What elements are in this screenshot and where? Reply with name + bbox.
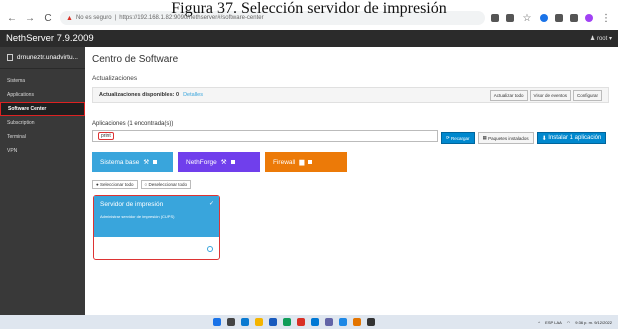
- check-icon: ✓: [208, 201, 214, 207]
- edge-icon[interactable]: [241, 318, 249, 326]
- date: 9/12/2022: [594, 319, 612, 325]
- reload-button[interactable]: ⟳ Recargar: [441, 132, 475, 144]
- user-name: root: [596, 36, 608, 42]
- configure-button[interactable]: Configurar: [572, 89, 602, 101]
- sidebar-item-terminal[interactable]: Terminal: [0, 130, 85, 144]
- category-filters: Sistema base ⚒ NethForge ⚒ Firewall ▆: [92, 152, 347, 172]
- search-value: print: [98, 132, 114, 140]
- sidebar-host[interactable]: drnuneztr.unadvirtu...: [0, 47, 85, 69]
- search-icon[interactable]: [227, 318, 235, 326]
- sidebar-item-applications[interactable]: Applications: [0, 88, 85, 102]
- truck-icon: ▆: [299, 159, 305, 166]
- reload-label: Recargar: [451, 135, 470, 141]
- sidebar: drnuneztr.unadvirtu... Sistema Applicati…: [0, 47, 85, 315]
- hammer-icon: ⚒: [220, 159, 227, 166]
- app-topbar: NethServer 7.9.2009 ♟ root ▾: [0, 30, 618, 47]
- category-label: NethForge: [186, 158, 217, 166]
- installed-label: Paquetes instalados: [488, 135, 529, 141]
- store-icon[interactable]: [311, 318, 319, 326]
- clock[interactable]: 9:36 p. m. 9/12/2022: [575, 320, 612, 325]
- deselect-all-button[interactable]: ○ Deseleccionar todo: [140, 180, 191, 189]
- app-card-description: Administrar servidor de impresión (CUPS): [100, 214, 175, 219]
- browser-window: ← → C ▲ No es seguro | https://192.168.1…: [0, 0, 618, 329]
- chrome-icon[interactable]: [283, 318, 291, 326]
- sidebar-item-vpn[interactable]: VPN: [0, 144, 85, 158]
- app-card[interactable]: Servidor de impresión Administrar servid…: [93, 195, 220, 260]
- category-firewall[interactable]: Firewall ▆: [265, 152, 347, 172]
- host-name: drnuneztr.unadvirtu...: [16, 54, 78, 61]
- app-card-header: Servidor de impresión Administrar servid…: [94, 196, 219, 237]
- selection-controls: ● Seleccionar todo ○ Deseleccionar todo: [92, 180, 191, 189]
- tools-icon: ⚒: [143, 159, 150, 166]
- app-card-title: Servidor de impresión: [100, 201, 164, 208]
- info-icon[interactable]: [207, 246, 213, 252]
- category-label: Firewall: [273, 158, 296, 166]
- windows-icon[interactable]: [213, 318, 221, 326]
- sidebar-item-subscription[interactable]: Subscription: [0, 116, 85, 130]
- select-all-label: Seleccionar todo: [99, 182, 134, 187]
- time: 9:36 p. m.: [575, 319, 594, 325]
- folder-icon[interactable]: [255, 318, 263, 326]
- event-viewer-button[interactable]: Visor de eventos: [529, 89, 571, 101]
- system-tray: ^ ESP LAA ◠ 9:36 p. m. 9/12/2022: [538, 320, 612, 325]
- updates-panel: Actualizaciones disponibles: 0 Detalles …: [92, 87, 609, 103]
- apps-heading: Aplicaciones (1 encontrada(s)): [92, 121, 174, 127]
- details-link[interactable]: Detalles: [183, 92, 203, 98]
- installed-packages-button[interactable]: ▦ Paquetes instalados: [477, 132, 534, 144]
- taskbar: ^ ESP LAA ◠ 9:36 p. m. 9/12/2022: [0, 315, 618, 329]
- toggle-icon: [308, 160, 313, 164]
- category-base-system[interactable]: Sistema base ⚒: [92, 152, 173, 172]
- terminal-icon[interactable]: [367, 318, 375, 326]
- word-icon[interactable]: [269, 318, 277, 326]
- update-all-button[interactable]: Actualizar todo: [489, 89, 528, 101]
- app-icon[interactable]: [339, 318, 347, 326]
- chevron-up-icon[interactable]: ^: [538, 320, 540, 325]
- app-icon[interactable]: [353, 318, 361, 326]
- install-label: Instalar 1 aplicación: [548, 135, 602, 141]
- language-indicator[interactable]: ESP LAA: [545, 320, 562, 325]
- updates-label: Actualizaciones disponibles: 0: [99, 92, 180, 98]
- sidebar-item-software-center[interactable]: Software Center: [0, 102, 85, 116]
- teams-icon[interactable]: [325, 318, 333, 326]
- category-label: Sistema base: [100, 158, 140, 166]
- toggle-icon: [153, 160, 158, 164]
- deselect-all-label: Deseleccionar todo: [148, 182, 187, 187]
- toggle-icon: [230, 160, 235, 164]
- product-name: NethServer 7.9.2009: [6, 33, 94, 44]
- select-all-button[interactable]: ● Seleccionar todo: [92, 180, 138, 189]
- app-icon[interactable]: [297, 318, 305, 326]
- wifi-icon[interactable]: ◠: [567, 320, 571, 325]
- sidebar-item-sistema[interactable]: Sistema: [0, 74, 85, 88]
- install-button[interactable]: ⬇ Instalar 1 aplicación: [536, 132, 607, 144]
- page-title: Centro de Software: [92, 54, 179, 65]
- category-nethforge[interactable]: NethForge ⚒: [178, 152, 260, 172]
- server-icon: [7, 54, 13, 61]
- updates-heading: Actualizaciones: [92, 75, 138, 82]
- main-content: Centro de Software Actualizaciones Actua…: [85, 47, 618, 315]
- figure-caption: Figura 37. Selección servidor de impresi…: [171, 0, 447, 17]
- search-input[interactable]: print: [92, 130, 438, 142]
- user-menu[interactable]: ♟ root ▾: [590, 35, 612, 42]
